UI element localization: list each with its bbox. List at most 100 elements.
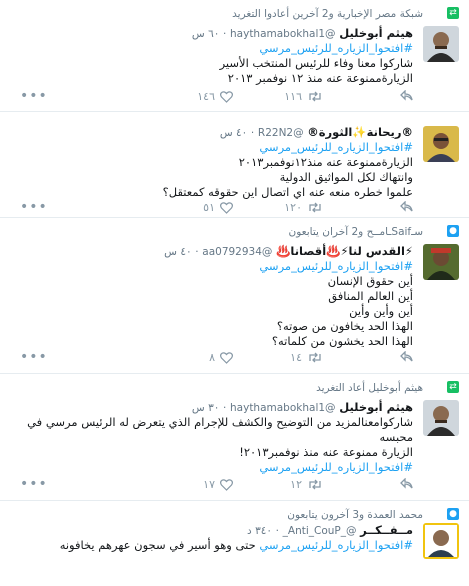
tweet-line: الزيارةممنوعة عنه منذ١٢نوفمبر٢٠١٣ bbox=[238, 155, 413, 169]
like-count: ٥١ bbox=[203, 201, 215, 214]
tweet-context: هيثم أبوخليل أعاد التغريد bbox=[316, 382, 423, 394]
tweet-item[interactable]: ⇄ شبكة مصر الإخبارية و2 آخرين أعادوا الت… bbox=[0, 0, 469, 112]
tweet-actions: ١١٦ ١٤٦ ••• bbox=[14, 89, 413, 106]
tweet-time[interactable]: ٦٠ س bbox=[192, 28, 219, 40]
more-options-icon[interactable]: ••• bbox=[20, 350, 48, 364]
author-name[interactable]: هيثم أبوخليل bbox=[339, 400, 413, 414]
tweet-text: شاركوامعنالمزيد من التوضيح والكشف للإجرا… bbox=[14, 415, 413, 475]
retweet-count: ١٢٠ bbox=[284, 201, 302, 214]
tweet-context: سـSaifـامــح و2 آخران يتابعون bbox=[288, 226, 423, 238]
tweet-item[interactable]: ®ريحانة✨الثورة® @R22N2 · ٤٠ س #افتحوا_ال… bbox=[0, 112, 469, 218]
like-button[interactable]: ١٤٦ bbox=[197, 90, 233, 103]
retweet-button[interactable]: ١٢٠ bbox=[284, 201, 323, 214]
avatar[interactable] bbox=[423, 523, 459, 559]
tweet-line: أين العالم المنافق bbox=[328, 289, 413, 303]
retweet-count: ١١٦ bbox=[284, 90, 302, 103]
tweet-time[interactable]: ٣٠ س bbox=[192, 402, 219, 414]
retweet-count: ١٢ bbox=[290, 478, 302, 491]
more-options-icon[interactable]: ••• bbox=[20, 477, 48, 491]
author-name[interactable]: مــفــكــر bbox=[360, 523, 413, 537]
author-name[interactable]: ⚡القدس لنا⚡♨️أقصانا♨️ bbox=[276, 244, 413, 258]
tweet-line: شاركوا معنا وفاء للرئيس المنتخب الأسير bbox=[219, 56, 413, 70]
tweet-item[interactable]: ● محمد العمدة و3 آخرون يتابعون مــفــكــ… bbox=[0, 501, 469, 586]
retweet-icon: ⇄ bbox=[447, 7, 459, 19]
tweet-time[interactable]: ٣٤٠ د bbox=[247, 525, 272, 537]
tweet-header: ®ريحانة✨الثورة® @R22N2 · ٤٠ س bbox=[219, 125, 413, 139]
user-icon: ● bbox=[447, 508, 459, 520]
avatar[interactable] bbox=[423, 26, 459, 62]
author-handle[interactable]: @aa0792934 bbox=[202, 246, 272, 258]
author-handle[interactable]: @_Anti_CouP_ bbox=[283, 525, 357, 537]
tweet-item[interactable]: ⇄ هيثم أبوخليل أعاد التغريد هيثم أبوخليل… bbox=[0, 374, 469, 501]
hashtag-link[interactable]: #افتحوا_الزياره_للرئيس_مرسي bbox=[14, 259, 413, 274]
reply-icon bbox=[400, 351, 413, 362]
tweet-header: ⚡القدس لنا⚡♨️أقصانا♨️ @aa0792934 · ٤٠ س bbox=[164, 244, 413, 258]
heart-icon bbox=[220, 201, 233, 214]
hashtag-link[interactable]: #افتحوا_الزياره_للرئيس_مرسي bbox=[14, 140, 413, 155]
tweet-actions: ١٢٠ ٥١ ••• bbox=[14, 200, 413, 217]
tweet-context: شبكة مصر الإخبارية و2 آخرين أعادوا التغر… bbox=[232, 8, 423, 20]
retweet-button[interactable]: ١٢ bbox=[290, 478, 323, 491]
tweet-header: هيثم أبوخليل @haythamabokhal1 · ٦٠ س bbox=[191, 26, 413, 40]
more-options-icon[interactable]: ••• bbox=[20, 89, 48, 103]
tweet-line: الزيارة ممنوعة عنه منذ نوفمبر٢٠١٣! bbox=[239, 445, 413, 459]
tweet-line: #افتحوا_الزياره_للرئيس_مرسي حتى وهو أسير… bbox=[59, 538, 413, 552]
retweet-action-icon bbox=[309, 352, 321, 363]
retweet-button[interactable]: ١٤ bbox=[290, 351, 323, 364]
tweet-line: الزيارةممنوعة عنه منذ ١٢ نوفمبر ٢٠١٣ bbox=[227, 71, 413, 85]
tweet-text: #افتحوا_الزياره_للرئيس_مرسي الزيارةممنوع… bbox=[14, 140, 413, 200]
like-count: ١٧ bbox=[203, 478, 215, 491]
reply-icon bbox=[400, 478, 413, 489]
hashtag-link[interactable]: #افتحوا_الزياره_للرئيس_مرسي bbox=[14, 41, 413, 56]
tweet-actions: ١٤ ٨ ••• bbox=[14, 350, 413, 367]
tweet-text: #افتحوا_الزياره_للرئيس_مرسي شاركوا معنا … bbox=[14, 41, 413, 86]
like-button[interactable]: ٨ bbox=[209, 351, 233, 364]
tweet-text: #افتحوا_الزياره_للرئيس_مرسي حتى وهو أسير… bbox=[14, 538, 413, 553]
like-button[interactable]: ٥١ bbox=[203, 201, 233, 214]
like-count: ١٤٦ bbox=[197, 90, 215, 103]
avatar[interactable] bbox=[423, 400, 459, 436]
like-button[interactable]: ١٧ bbox=[203, 478, 233, 491]
author-name[interactable]: ®ريحانة✨الثورة® bbox=[307, 125, 413, 139]
author-handle[interactable]: @haythamabokhal1 bbox=[230, 28, 336, 40]
tweet-line: أين وأين وأين bbox=[349, 304, 413, 318]
retweet-action-icon bbox=[309, 202, 321, 213]
reply-button[interactable] bbox=[395, 478, 413, 489]
hashtag-link[interactable]: #افتحوا_الزياره_للرئيس_مرسي bbox=[259, 538, 413, 552]
tweet-line: الهذا الحد يخشون من كلماته؟ bbox=[271, 334, 413, 348]
tweet-time[interactable]: ٤٠ س bbox=[164, 246, 191, 258]
retweet-count: ١٤ bbox=[290, 351, 302, 364]
avatar[interactable] bbox=[423, 126, 459, 162]
tweet-line: الهذا الحد يخافون من صوته؟ bbox=[276, 319, 413, 333]
like-count: ٨ bbox=[209, 351, 215, 364]
hashtag-link[interactable]: #افتحوا_الزياره_للرئيس_مرسي bbox=[14, 460, 413, 475]
reply-icon bbox=[400, 90, 413, 101]
author-handle[interactable]: @haythamabokhal1 bbox=[230, 402, 336, 414]
retweet-button[interactable]: ١١٦ bbox=[284, 90, 323, 103]
tweet-header: هيثم أبوخليل @haythamabokhal1 · ٣٠ س bbox=[191, 400, 413, 414]
heart-icon bbox=[220, 90, 233, 103]
heart-icon bbox=[220, 478, 233, 491]
tweet-line: أين حقوق الإنسان bbox=[327, 274, 413, 288]
heart-icon bbox=[220, 351, 233, 364]
retweet-action-icon bbox=[309, 91, 321, 102]
tweet-line: وانتهاك لكل المواثيق الدولية bbox=[279, 170, 413, 184]
tweet-item[interactable]: ● سـSaifـامــح و2 آخران يتابعون ⚡القدس ل… bbox=[0, 218, 469, 374]
tweet-text: #افتحوا_الزياره_للرئيس_مرسي أين حقوق الإ… bbox=[14, 259, 413, 349]
retweet-action-icon bbox=[309, 479, 321, 490]
more-options-icon[interactable]: ••• bbox=[20, 200, 48, 214]
retweet-icon: ⇄ bbox=[447, 381, 459, 393]
tweet-actions: ١٢ ١٧ ••• bbox=[14, 477, 413, 494]
reply-button[interactable] bbox=[395, 351, 413, 362]
tweet-time[interactable]: ٤٠ س bbox=[220, 127, 247, 139]
tweet-line: علموا خطره منعه عنه اي اتصال اين حقوقه ك… bbox=[162, 185, 413, 199]
reply-button[interactable] bbox=[395, 201, 413, 212]
tweet-context: محمد العمدة و3 آخرون يتابعون bbox=[287, 509, 423, 521]
tweet-header: مــفــكــر @_Anti_CouP_ · ٣٤٠ د bbox=[247, 523, 413, 537]
author-name[interactable]: هيثم أبوخليل bbox=[339, 26, 413, 40]
reply-button[interactable] bbox=[395, 90, 413, 101]
avatar[interactable] bbox=[423, 244, 459, 280]
author-handle[interactable]: @R22N2 bbox=[258, 127, 304, 139]
user-icon: ● bbox=[447, 225, 459, 237]
reply-icon bbox=[400, 201, 413, 212]
